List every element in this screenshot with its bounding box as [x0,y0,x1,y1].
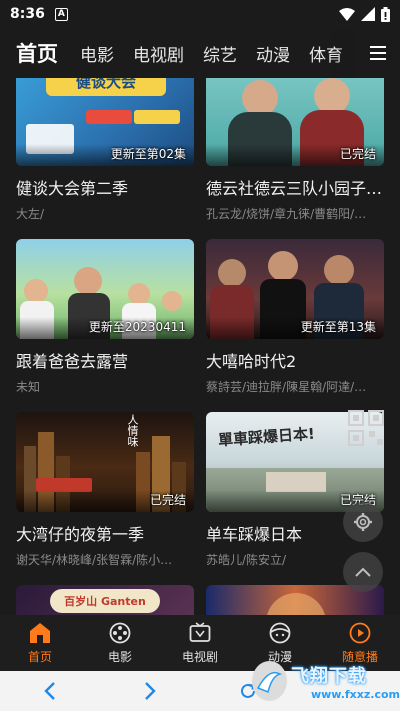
show-logo-text: 人情味 [126,414,139,447]
video-card[interactable]: 更新至第13集 大嘻哈时代2 蔡詩芸/迪拉胖/陳星翰/阿達/… [206,239,384,395]
video-card[interactable]: 人情味 已完结 大湾仔的夜第一季 谢天华/林晓峰/张智霖/陈小… [16,412,194,568]
tab-variety[interactable]: 综艺 [203,41,237,66]
video-card[interactable]: 更新至20230411 跟着爸爸去露营 未知 [16,239,194,395]
wifi-icon [339,7,355,21]
tab-home[interactable]: 首页 [16,38,58,68]
hamburger-menu-icon [370,46,386,60]
bottom-nav-movies[interactable]: 电影 [80,615,160,671]
show-logo-text: 百岁山 Ganten [50,589,160,613]
video-cast: 蔡詩芸/迪拉胖/陳星翰/阿達/… [206,380,367,394]
video-thumbnail: 健谈大会 更新至第02集 [16,78,194,166]
status-bar: 8:36 A [0,0,400,28]
video-title: 大湾仔的夜第一季 [16,525,145,544]
show-logo-text: 健谈大会 [46,78,166,96]
anime-icon [269,622,291,643]
video-thumbnail: 已完结 [206,78,384,166]
battery-icon [381,6,390,22]
show-logo-text: 單車踩爆日本! [217,424,316,450]
status-time: 8:36 [10,6,45,22]
video-cast: 孔云龙/烧饼/章九徕/曹鹤阳/… [206,207,367,221]
gear-icon [354,513,372,531]
video-thumbnail: 更新至第13集 [206,239,384,339]
watermark-url: www.fxxz.com [310,687,400,701]
video-title: 跟着爸爸去露营 [16,352,129,371]
video-title: 大嘻哈时代2 [206,352,297,371]
video-card[interactable]: 百岁山 Ganten [16,585,194,615]
bottom-nav-label: 电视剧 [181,649,218,664]
back-button[interactable] [25,671,75,711]
menu-button[interactable] [356,28,400,78]
video-card[interactable]: 已完结 德云社德云三队小园子… 孔云龙/烧饼/章九徕/曹鹤阳/… [206,78,384,222]
update-badge: 更新至第02集 [110,147,186,161]
bottom-nav-label: 首页 [27,649,52,664]
tv-icon [189,621,211,642]
video-thumbnail: 人情味 已完结 [16,412,194,512]
watermark-logo-icon [252,661,287,701]
signal-icon [361,7,375,21]
qr-code-icon[interactable] [348,410,384,446]
video-cast: 未知 [16,380,41,394]
update-badge: 更新至20230411 [88,320,186,334]
bottom-nav-label: 电影 [107,649,132,664]
video-cast: 大左/ [16,207,45,221]
forward-button[interactable] [125,671,175,711]
settings-float-button[interactable] [343,502,383,542]
watermark-title: 飞翔下载 [290,665,367,687]
content-grid: 健谈大会 更新至第02集 健谈大会第二季 大左/ 已完结 德云社德云三队小园子…… [0,78,400,615]
update-badge: 已完结 [149,493,186,507]
video-cast: 谢天华/林晓峰/张智霖/陈小… [16,553,173,567]
film-reel-icon [109,622,131,643]
video-card[interactable]: 健谈大会 更新至第02集 健谈大会第二季 大左/ [16,78,194,222]
update-badge: 更新至第13集 [300,320,376,334]
video-title: 德云社德云三队小园子… [206,179,383,198]
update-badge: 已完结 [339,147,376,161]
chevron-right-icon [145,682,156,700]
site-watermark: 飞翔下载 www.fxxz.com [252,654,400,708]
notification-a-icon: A [54,7,68,21]
tab-sports[interactable]: 体育 [309,41,343,66]
bottom-nav-home[interactable]: 首页 [0,615,80,671]
video-thumbnail: 更新至20230411 [16,239,194,339]
video-thumbnail: 百岁山 Ganten [16,585,194,615]
chevron-left-icon [44,682,55,700]
tab-anime[interactable]: 动漫 [256,41,290,66]
tab-movies[interactable]: 电影 [80,41,114,66]
scroll-to-top-button[interactable] [343,552,383,592]
tab-tv-series[interactable]: 电视剧 [133,41,184,66]
bottom-nav-tv[interactable]: 电视剧 [160,615,240,671]
play-circle-icon [349,622,371,643]
top-nav: 首页 电影 电视剧 综艺 动漫 体育 [0,28,400,78]
video-title: 健谈大会第二季 [16,179,129,198]
home-icon [30,622,50,643]
chevron-up-icon [355,567,371,577]
